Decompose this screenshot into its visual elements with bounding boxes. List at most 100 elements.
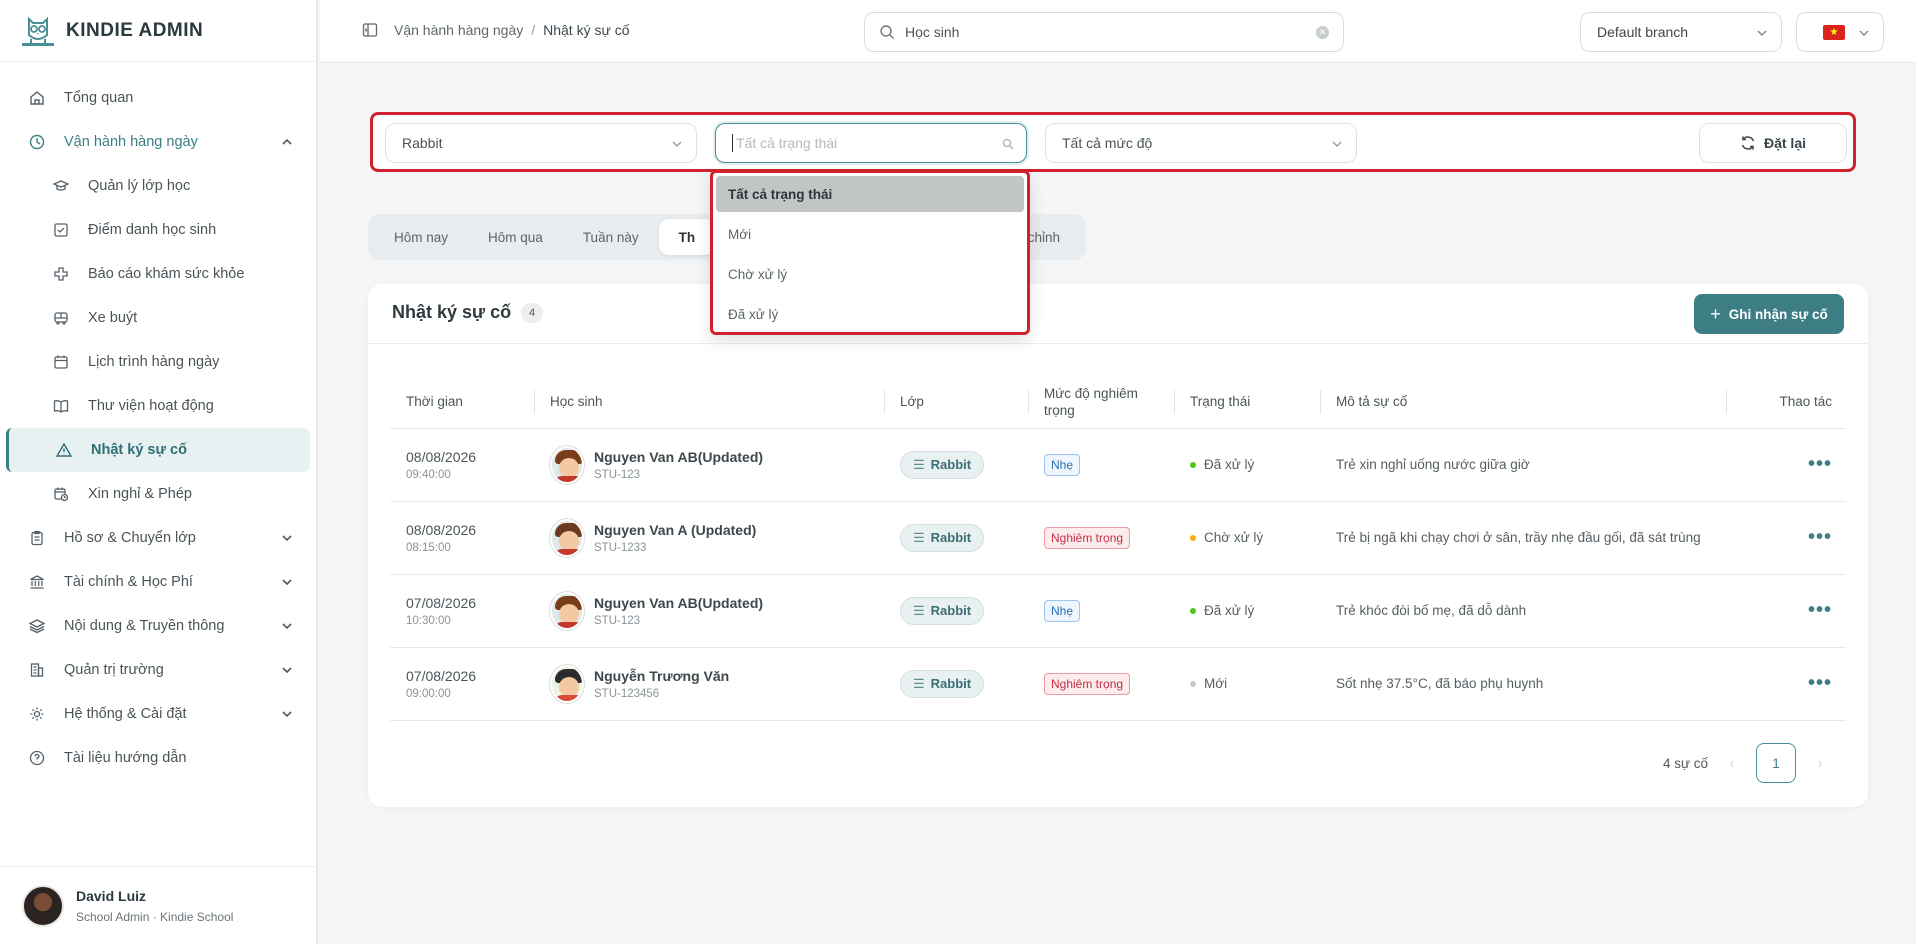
student-info[interactable]: Nguyen Van A (Updated) STU-1233: [550, 518, 884, 557]
column-divider: [1726, 390, 1727, 414]
user-profile[interactable]: David Luiz School Admin · Kindie School: [0, 866, 316, 944]
more-actions-icon[interactable]: •••: [1726, 428, 1846, 502]
cell-time: 08/08/2026 08:15:00: [390, 501, 534, 575]
tab-today[interactable]: Hôm nay: [374, 219, 468, 255]
avatar-shirt: [554, 621, 582, 628]
sidebar-subitem-health-report[interactable]: Báo cáo khám sức khỏe: [0, 252, 316, 296]
severity-badge: Nghiêm trọng: [1044, 526, 1131, 549]
dropdown-option-new[interactable]: Mới: [716, 216, 1024, 252]
sidebar-item-label: Báo cáo khám sức khỏe: [88, 266, 245, 282]
cell-student: Nguyen Van A (Updated) STU-1233: [534, 501, 884, 575]
clear-search-icon[interactable]: ✕: [1316, 26, 1329, 39]
cell-time: 07/08/2026 09:00:00: [390, 647, 534, 721]
language-select[interactable]: ★: [1796, 12, 1884, 52]
incident-time: 08:15:00: [406, 541, 451, 554]
checkbox-icon: [52, 221, 70, 239]
branch-select[interactable]: Default branch: [1580, 12, 1782, 52]
tab-yesterday[interactable]: Hôm qua: [468, 219, 563, 255]
cell-time: 08/08/2026 09:40:00: [390, 428, 534, 502]
search-icon: [1002, 138, 1014, 150]
sidebar-subitem-leave-requests[interactable]: Xin nghỉ & Phép: [0, 472, 316, 516]
sidebar-subitem-class-management[interactable]: Quản lý lớp học: [0, 164, 316, 208]
tab-this-week[interactable]: Tuần này: [563, 219, 659, 255]
incident-time: 09:40:00: [406, 468, 451, 481]
global-search-input[interactable]: Học sinh ✕: [864, 12, 1344, 52]
cell-description: Trẻ khóc đòi bố mẹ, đã dỗ dành: [1320, 574, 1726, 648]
student-info[interactable]: Nguyen Van AB(Updated) STU-123: [550, 445, 884, 484]
sidebar-subitem-attendance[interactable]: Điểm danh học sinh: [0, 208, 316, 252]
next-page-icon[interactable]: ›: [1810, 756, 1830, 771]
avatar-shirt: [554, 548, 582, 555]
column-header-status-label: Trạng thái: [1190, 394, 1251, 410]
breadcrumb-parent[interactable]: Vận hành hàng ngày: [394, 22, 523, 38]
class-filter-select[interactable]: Rabbit: [385, 123, 697, 163]
sidebar-item-label: Vận hành hàng ngày: [64, 134, 198, 150]
sidebar-subitem-activity-library[interactable]: Thư viện hoạt động: [0, 384, 316, 428]
sidebar-item-label: Nhật ký sự cố: [91, 442, 187, 458]
calendar-icon: [52, 353, 70, 371]
severity-badge: Nhẹ: [1044, 453, 1081, 476]
sidebar-subitem-daily-schedule[interactable]: Lịch trình hàng ngày: [0, 340, 316, 384]
card-header: Nhật ký sự cố 4 + Ghi nhận sự cố: [368, 284, 1868, 344]
sidebar-item-overview[interactable]: Tổng quan: [0, 76, 316, 120]
incident-date: 08/08/2026: [406, 521, 477, 538]
breadcrumb-separator: /: [531, 22, 536, 38]
chevron-down-icon: [672, 141, 682, 147]
table-row[interactable]: 08/08/2026 08:15:00 Nguyen Van A (Update…: [390, 501, 1846, 575]
incident-table: Thời gian Học sinh Lớp Mức độ nghiêm trọ…: [390, 376, 1846, 721]
sidebar-item-daily-operations[interactable]: Vận hành hàng ngày: [0, 120, 316, 164]
sidebar-item-content-media[interactable]: Nội dung & Truyền thông: [0, 604, 316, 648]
sidebar-subitem-incident-log[interactable]: Nhật ký sự cố: [6, 428, 310, 472]
chevron-up-icon: [282, 138, 292, 145]
sidebar-item-label: Lịch trình hàng ngày: [88, 354, 220, 370]
brand[interactable]: KINDIE ADMIN: [0, 0, 316, 62]
sidebar-toggle-icon[interactable]: [362, 22, 378, 38]
severity-filter-select[interactable]: Tất cả mức độ: [1045, 123, 1357, 163]
page-button[interactable]: 1: [1756, 743, 1796, 783]
sidebar-item-school-admin[interactable]: Quản trị trường: [0, 648, 316, 692]
student-info[interactable]: Nguyen Van AB(Updated) STU-123: [550, 591, 884, 630]
sidebar-subitem-bus[interactable]: Xe buýt: [0, 296, 316, 340]
layers-icon: [28, 617, 46, 635]
cell-severity: Nhẹ: [1028, 574, 1174, 648]
prev-page-icon[interactable]: ‹: [1722, 756, 1742, 771]
refresh-icon: [1741, 136, 1755, 150]
dropdown-option-resolved[interactable]: Đã xử lý: [716, 296, 1024, 332]
table-row[interactable]: 07/08/2026 09:00:00 Nguyễn Trương Văn ST…: [390, 647, 1846, 721]
table-row[interactable]: 08/08/2026 09:40:00 Nguyen Van AB(Update…: [390, 428, 1846, 502]
column-header-actions-label: Thao tác: [1779, 394, 1832, 410]
sidebar-item-label: Tài liệu hướng dẫn: [64, 750, 187, 766]
calendar-clock-icon: [52, 485, 70, 503]
student-info[interactable]: Nguyễn Trương Văn STU-123456: [550, 664, 884, 703]
dropdown-option-pending[interactable]: Chờ xử lý: [716, 256, 1024, 292]
avatar: [22, 884, 64, 927]
dropdown-option-all-status[interactable]: Tất cả trạng thái: [716, 176, 1024, 212]
more-actions-icon[interactable]: •••: [1726, 501, 1846, 575]
status-dot: [1190, 607, 1196, 614]
table-header-row: Thời gian Học sinh Lớp Mức độ nghiêm trọ…: [390, 376, 1846, 429]
sidebar-item-documentation[interactable]: Tài liệu hướng dẫn: [0, 736, 316, 780]
column-header-status: Trạng thái: [1174, 376, 1320, 429]
chevron-down-icon: [282, 579, 292, 586]
more-actions-icon[interactable]: •••: [1726, 647, 1846, 721]
more-actions-icon[interactable]: •••: [1726, 574, 1846, 648]
severity-filter-value: Tất cả mức độ: [1062, 135, 1153, 151]
sidebar-item-finance[interactable]: Tài chính & Học Phí: [0, 560, 316, 604]
student-avatar: [550, 664, 584, 703]
student-id: STU-1233: [594, 541, 647, 554]
student-avatar: [550, 518, 584, 557]
table-row[interactable]: 07/08/2026 10:30:00 Nguyen Van AB(Update…: [390, 574, 1846, 648]
user-name: David Luiz: [76, 887, 147, 904]
pagination: 4 sự cố ‹ 1 ›: [1663, 743, 1844, 783]
class-name: Rabbit: [930, 603, 972, 618]
class-name: Rabbit: [930, 530, 972, 545]
sidebar-item-records-transfer[interactable]: Hồ sơ & Chuyển lớp: [0, 516, 316, 560]
sidebar-item-label: Thư viện hoạt động: [88, 398, 214, 414]
record-incident-button[interactable]: + Ghi nhận sự cố: [1694, 294, 1844, 334]
cell-status: Đã xử lý: [1174, 428, 1320, 502]
sidebar-item-system-settings[interactable]: Hệ thống & Cài đặt: [0, 692, 316, 736]
status-filter-select[interactable]: Tất cả trạng thái: [715, 123, 1027, 163]
tab-this-month[interactable]: Th: [658, 219, 716, 255]
reset-button[interactable]: Đặt lại: [1699, 123, 1847, 163]
class-chip: ☰ Rabbit: [900, 450, 985, 479]
